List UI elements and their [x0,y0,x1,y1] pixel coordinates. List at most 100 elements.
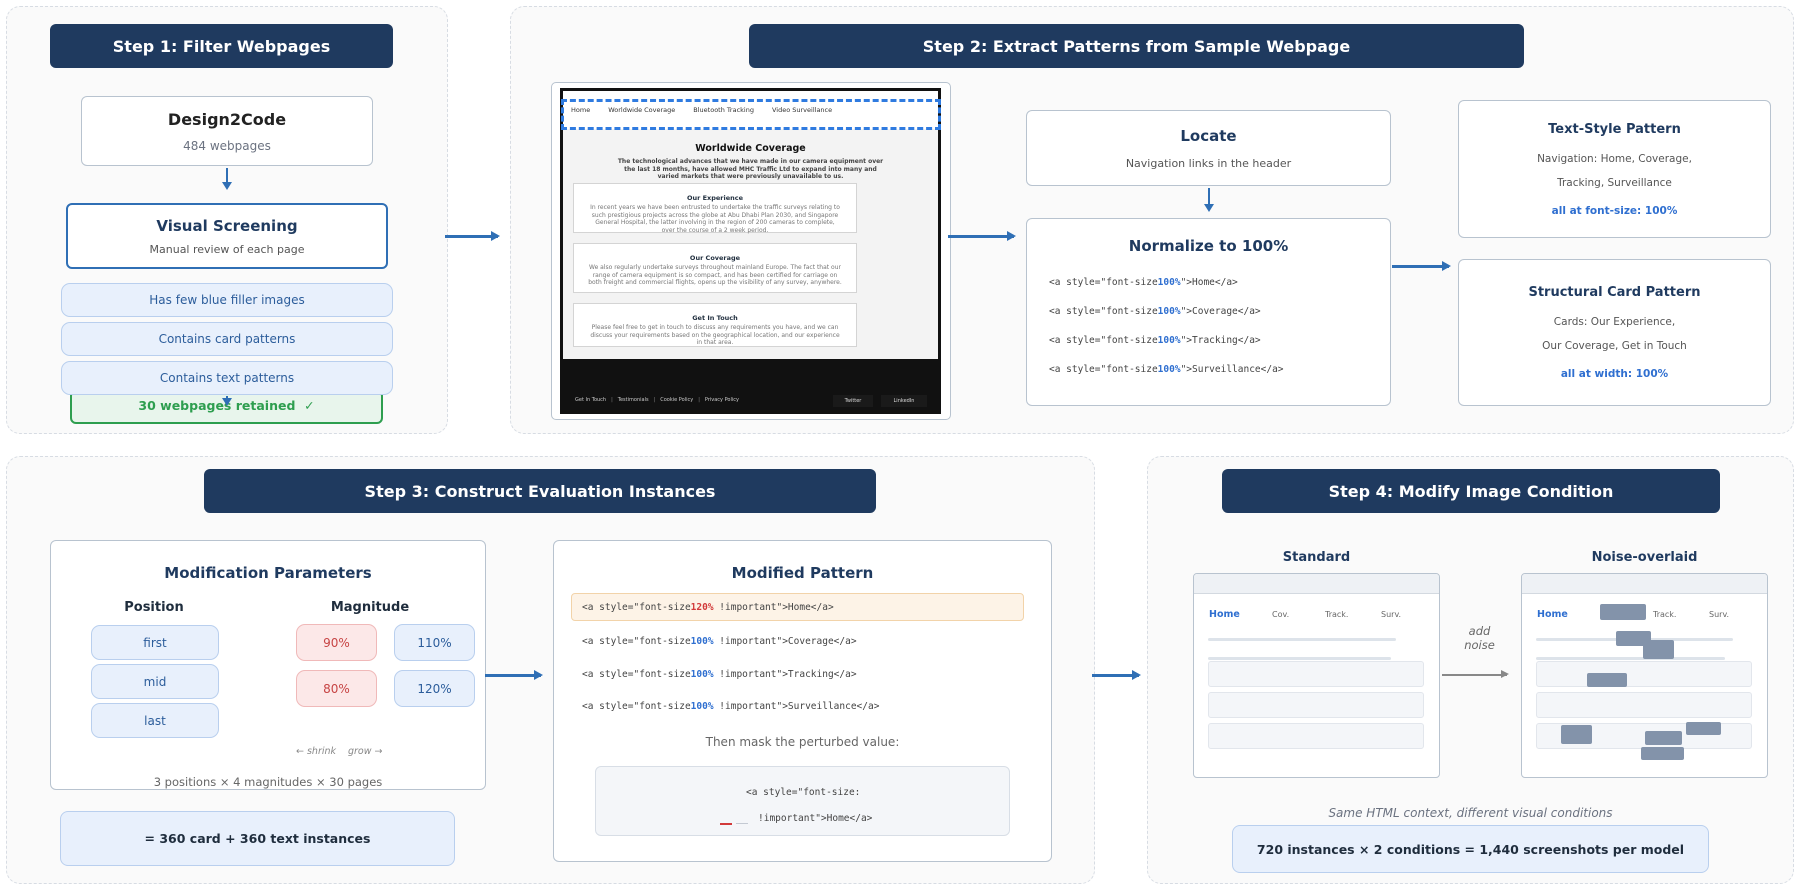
sample-footer-link[interactable]: Testimonials [618,397,649,403]
wire-text-bar [1536,657,1725,660]
wire-nav-tracking: Track. [1653,610,1677,619]
card-pattern-note: all at width: 100% [1560,368,1669,380]
magnitude-120: 120% [394,670,475,707]
normalize-title: Normalize to 100% [1128,237,1289,255]
normalize-box: Normalize to 100% <a style="font-size100… [1026,218,1391,406]
criterion-card-patterns: Contains card patterns [61,322,393,356]
text-pattern-title: Text-Style Pattern [1548,121,1681,137]
sample-card-coverage-title: Our Coverage [689,254,741,262]
position-label: Position [124,600,184,615]
arrow-step1-to-step2 [445,231,500,240]
magnitude-110: 110% [394,624,475,661]
screenshots-total-box: 720 instances × 2 conditions = 1,440 scr… [1232,825,1709,873]
noise-block [1686,722,1721,735]
arrow-down-2 [222,396,232,406]
position-last: last [91,703,219,738]
position-mid: mid [91,664,219,699]
sample-nav-highlight [561,99,941,130]
wire-card [1208,661,1424,687]
standard-wireframe: Home Cov. Track. Surv. [1193,573,1440,778]
step4-caption: Same HTML context, different visual cond… [1328,806,1613,820]
modified-line-home: <a style="font-size120% !important">Home… [582,602,834,613]
original-value: 100% [690,636,714,647]
card-pattern-line1: Cards: Our Experience, [1553,316,1676,328]
noise-block [1641,747,1684,760]
text-pattern-note: all at font-size: 100% [1551,204,1678,217]
wire-topbar [1522,574,1767,594]
step3-header: Step 3: Construct Evaluation Instances [204,469,876,513]
wire-card [1536,692,1752,718]
visual-screening-sub: Manual review of each page [149,242,305,256]
normalize-value: 100% [1157,277,1181,288]
modified-line-tracking: <a style="font-size100% !important">Trac… [582,669,857,680]
locate-title: Locate [1180,126,1237,145]
shrink-label: ← shrink [296,746,337,757]
mask-caption: Then mask the perturbed value: [705,735,900,749]
noise-block [1643,640,1674,659]
wire-card [1536,661,1752,687]
criterion-blue-filler: Has few blue filler images [61,283,393,317]
wire-nav-surveillance: Surv. [1709,610,1730,619]
sample-webpage: Home Worldwide Coverage Bluetooth Tracki… [560,88,941,414]
arrow-normalize-to-patterns [1392,261,1451,270]
noise-block [1561,725,1592,744]
arrow-params-to-modified [485,670,543,679]
design2code-title: Design2Code [167,109,287,129]
sample-footer-link[interactable]: Cookie Policy [660,397,693,403]
sample-card-experience: Our Experience In recent years we have b… [573,183,857,234]
wire-nav-surveillance: Surv. [1381,610,1402,619]
sample-intro: The technological advances that we have … [617,158,884,180]
noise-block [1600,604,1646,620]
arrow-step3-to-step4 [1092,670,1141,679]
locate-box: Locate Navigation links in the header [1026,110,1391,186]
normalize-line-surveillance: <a style="font-size100%">Surveillance</a… [1049,364,1284,375]
visual-screening-title: Visual Screening [156,216,298,235]
instances-total: = 360 card + 360 text instances [144,831,371,846]
normalize-line-coverage: <a style="font-size100%">Coverage</a> [1049,306,1261,317]
sample-footer: Get In Touch | Testimonials | Cookie Polic… [563,359,938,411]
magnitude-80: 80% [296,670,377,707]
text-pattern-line1: Navigation: Home, Coverage, [1537,152,1692,165]
design2code-count: 484 webpages [183,138,271,153]
card-pattern-title: Structural Card Pattern [1528,285,1701,300]
modified-line-coverage: <a style="font-size100% !important">Cove… [582,636,857,647]
add-noise-arrow [1442,670,1509,678]
text-style-pattern-box: Text-Style Pattern Navigation: Home, Cov… [1458,100,1771,238]
masked-line-1: <a style="font-size: [746,787,861,798]
perturbed-value: 120% [690,602,714,613]
sample-card-contact: Get In Touch Please feel free to get in … [573,303,857,347]
position-first: first [91,625,219,660]
arrow-down-1 [222,168,232,190]
magnitude-label: Magnitude [330,600,410,615]
wire-nav-home: Home [1209,609,1240,620]
modified-title: Modified Pattern [731,564,874,582]
visual-screening-box: Visual Screening Manual review of each p… [66,203,388,269]
noise-block [1645,731,1682,745]
wire-topbar [1194,574,1439,594]
masked-code-box: <a style="font-size: !important">Home</a… [595,766,1010,836]
mask-blank [720,823,732,825]
sample-footer-link[interactable]: Privacy Policy [705,397,739,403]
sample-linkedin-button[interactable]: LinkedIn [881,395,927,407]
mask-blank [736,823,748,824]
locate-sub: Navigation links in the header [1125,156,1292,170]
wire-card [1208,692,1424,718]
wire-nav-home: Home [1537,609,1568,620]
text-pattern-line2: Tracking, Surveillance [1557,176,1672,189]
normalize-value: 100% [1157,335,1181,346]
sample-footer-link[interactable]: Get In Touch [575,397,606,403]
noise-label: Noise-overlaid [1591,550,1698,565]
add-noise-label: add noise [1464,624,1495,652]
step2-header: Step 2: Extract Patterns from Sample Web… [749,24,1524,68]
normalize-line-tracking: <a style="font-size100%">Tracking</a> [1049,335,1261,346]
sample-title: Worldwide Coverage [695,143,806,154]
criterion-text-patterns: Contains text patterns [61,361,393,395]
sample-twitter-button[interactable]: Twitter [833,395,873,407]
masked-line-2: !important">Home</a> [758,813,873,824]
normalize-line-home: <a style="font-size100%">Home</a> [1049,277,1238,288]
normalize-value: 100% [1157,364,1181,375]
params-title: Modification Parameters [164,564,372,582]
grow-label: grow → [348,746,383,757]
design2code-box: Design2Code 484 webpages [81,96,373,166]
params-formula: 3 positions × 4 magnitudes × 30 pages [153,775,383,789]
